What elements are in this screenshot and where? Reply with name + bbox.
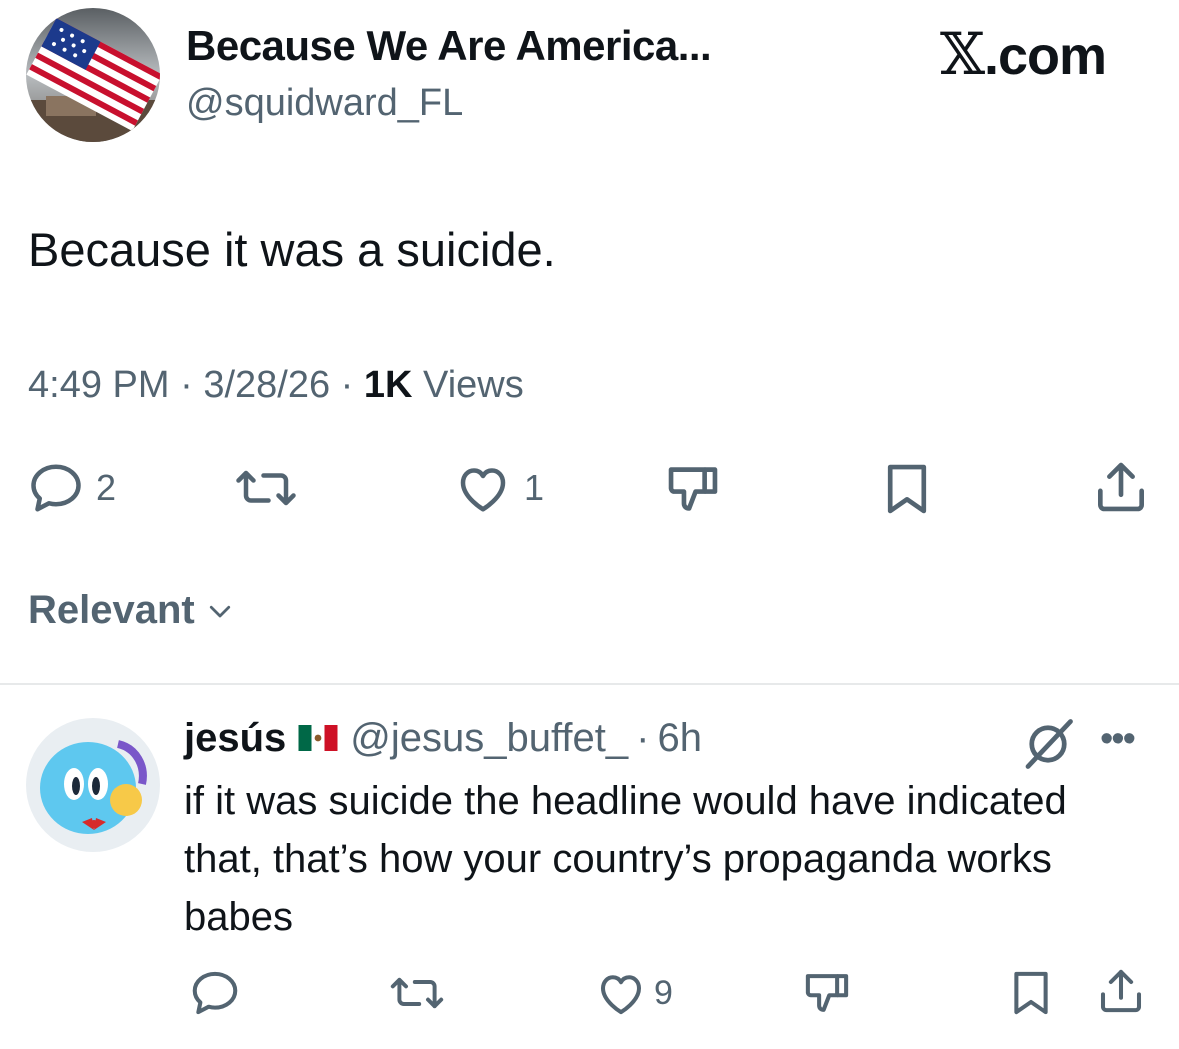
reply-icon — [192, 971, 238, 1015]
heart-icon — [460, 468, 506, 512]
bookmark-icon — [1014, 971, 1048, 1015]
grok-icon — [1025, 719, 1073, 769]
tweet-meta: 4:49 PM · 3/28/26 · 1K Views — [28, 364, 524, 407]
chevron-down-icon — [209, 605, 230, 617]
brand-suffix: .com — [984, 26, 1107, 86]
share-icon — [1098, 462, 1144, 512]
thumbs-down-icon — [668, 467, 718, 511]
x-com-brand: 𝕏.com — [940, 20, 1107, 88]
heart-icon — [600, 975, 642, 1015]
tweet-date[interactable]: 3/28/26 — [203, 364, 330, 406]
meta-separator: · — [340, 364, 354, 406]
reply-handle[interactable]: @jesus_buffet_ — [350, 716, 628, 761]
sort-replies-dropdown[interactable]: Relevant — [28, 588, 235, 633]
views-label: Views — [423, 364, 524, 406]
share-button[interactable] — [1090, 456, 1152, 518]
tweet-time[interactable]: 4:49 PM — [28, 364, 170, 406]
reply-dislike-button[interactable] — [800, 966, 854, 1020]
views-count: 1K — [363, 364, 413, 406]
like-count: 1 — [524, 467, 545, 508]
american-flag-avatar-icon — [26, 8, 160, 142]
reply-reply-button[interactable] — [188, 966, 242, 1020]
reply-bookmark-button[interactable] — [1004, 966, 1058, 1020]
author-display-name[interactable]: Because We Are America... — [186, 22, 712, 70]
retweet-icon — [390, 977, 444, 1009]
share-icon — [1100, 969, 1142, 1013]
author-handle[interactable]: @squidward_FL — [186, 82, 463, 125]
more-icon[interactable]: ••• — [1100, 718, 1136, 761]
bookmark-icon — [887, 464, 927, 514]
reply-retweet-button[interactable] — [384, 966, 450, 1020]
reply-button[interactable]: 2 — [26, 458, 116, 518]
reply-separator: · — [636, 716, 650, 760]
dislike-button[interactable] — [662, 458, 724, 520]
x-logo-icon: 𝕏 — [940, 20, 985, 88]
reply-display-name[interactable]: jesús — [184, 716, 286, 761]
reply-icon — [31, 464, 81, 512]
divider — [0, 683, 1179, 685]
mexico-flag-icon — [298, 716, 338, 761]
author-avatar[interactable] — [26, 8, 160, 142]
bookmark-button[interactable] — [876, 458, 938, 520]
reply-header: jesús @jesus_buffet_ · 6h — [184, 716, 702, 761]
like-button[interactable]: 1 — [452, 458, 544, 518]
reply-share-button[interactable] — [1094, 964, 1148, 1018]
sort-label: Relevant — [28, 588, 195, 632]
retweet-button[interactable] — [228, 458, 304, 518]
reply-like-button[interactable]: 9 — [594, 966, 673, 1020]
cartoon-avatar-icon — [26, 718, 160, 852]
reply-text: if it was suicide the headline would hav… — [184, 779, 1067, 939]
grok-button[interactable] — [1018, 714, 1078, 779]
retweet-icon — [236, 470, 296, 506]
thumbs-down-icon — [805, 974, 849, 1012]
reply-count: 2 — [96, 467, 117, 508]
meta-separator: · — [180, 364, 193, 406]
tweet-text: Because it was a suicide. — [28, 223, 556, 276]
reply-age[interactable]: 6h — [657, 716, 702, 761]
reply-like-count: 9 — [654, 973, 673, 1012]
reply-author-avatar[interactable] — [26, 718, 160, 852]
